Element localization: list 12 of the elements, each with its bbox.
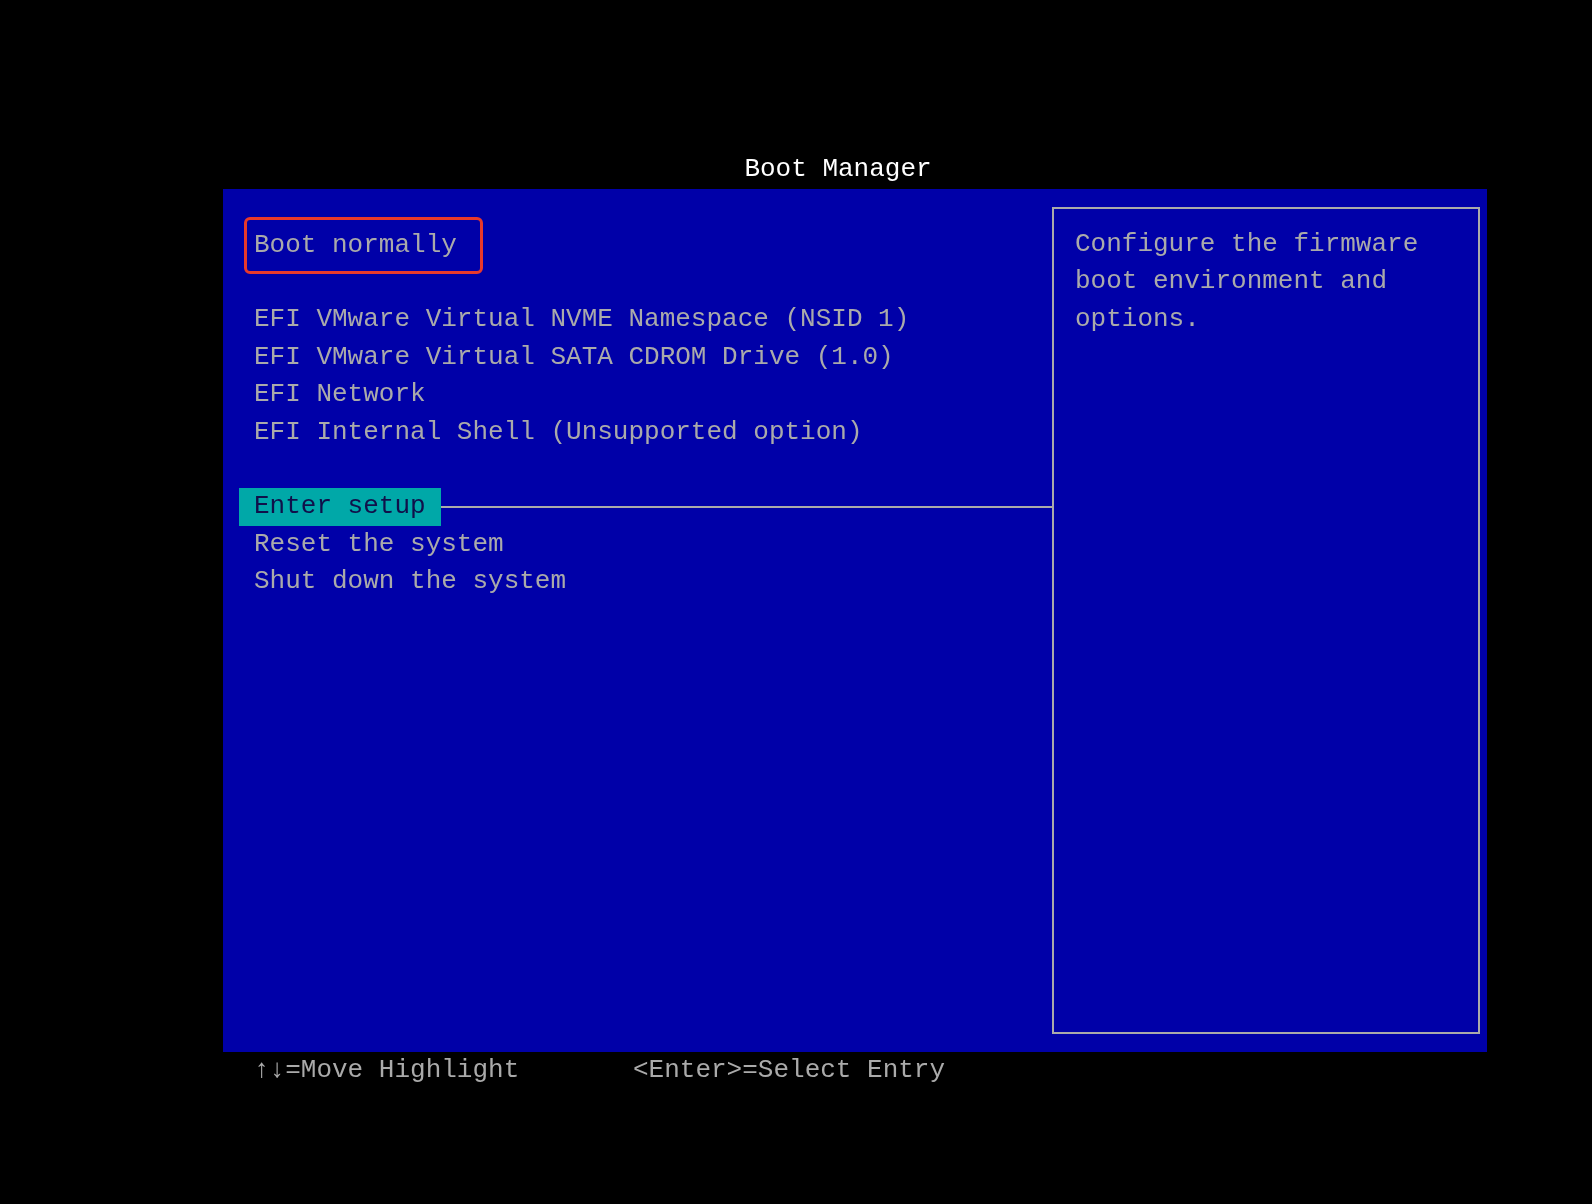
boot-menu-item[interactable]: Boot normally (244, 216, 483, 274)
screen-title: Boot Manager (744, 154, 932, 184)
boot-menu-item[interactable]: EFI VMware Virtual NVME Namespace (NSID 1) (239, 301, 925, 339)
boot-menu-item[interactable]: EFI Network (239, 376, 441, 414)
boot-menu-item[interactable]: Enter setup (239, 488, 441, 526)
boot-menu-item[interactable]: Reset the system (239, 525, 519, 563)
boot-menu-item[interactable]: Shut down the system (239, 563, 582, 601)
help-text: Configure the firmware boot environment and options. (1075, 227, 1420, 336)
key-hint: ↑↓=Move Highlight (254, 1053, 521, 1087)
boot-menu-item[interactable]: EFI VMware Virtual SATA CDROM Drive (1.0) (239, 338, 909, 376)
key-hint: <Enter>=Select Entry (633, 1053, 946, 1087)
boot-menu-item[interactable]: EFI Internal Shell (Unsupported option) (239, 413, 878, 451)
